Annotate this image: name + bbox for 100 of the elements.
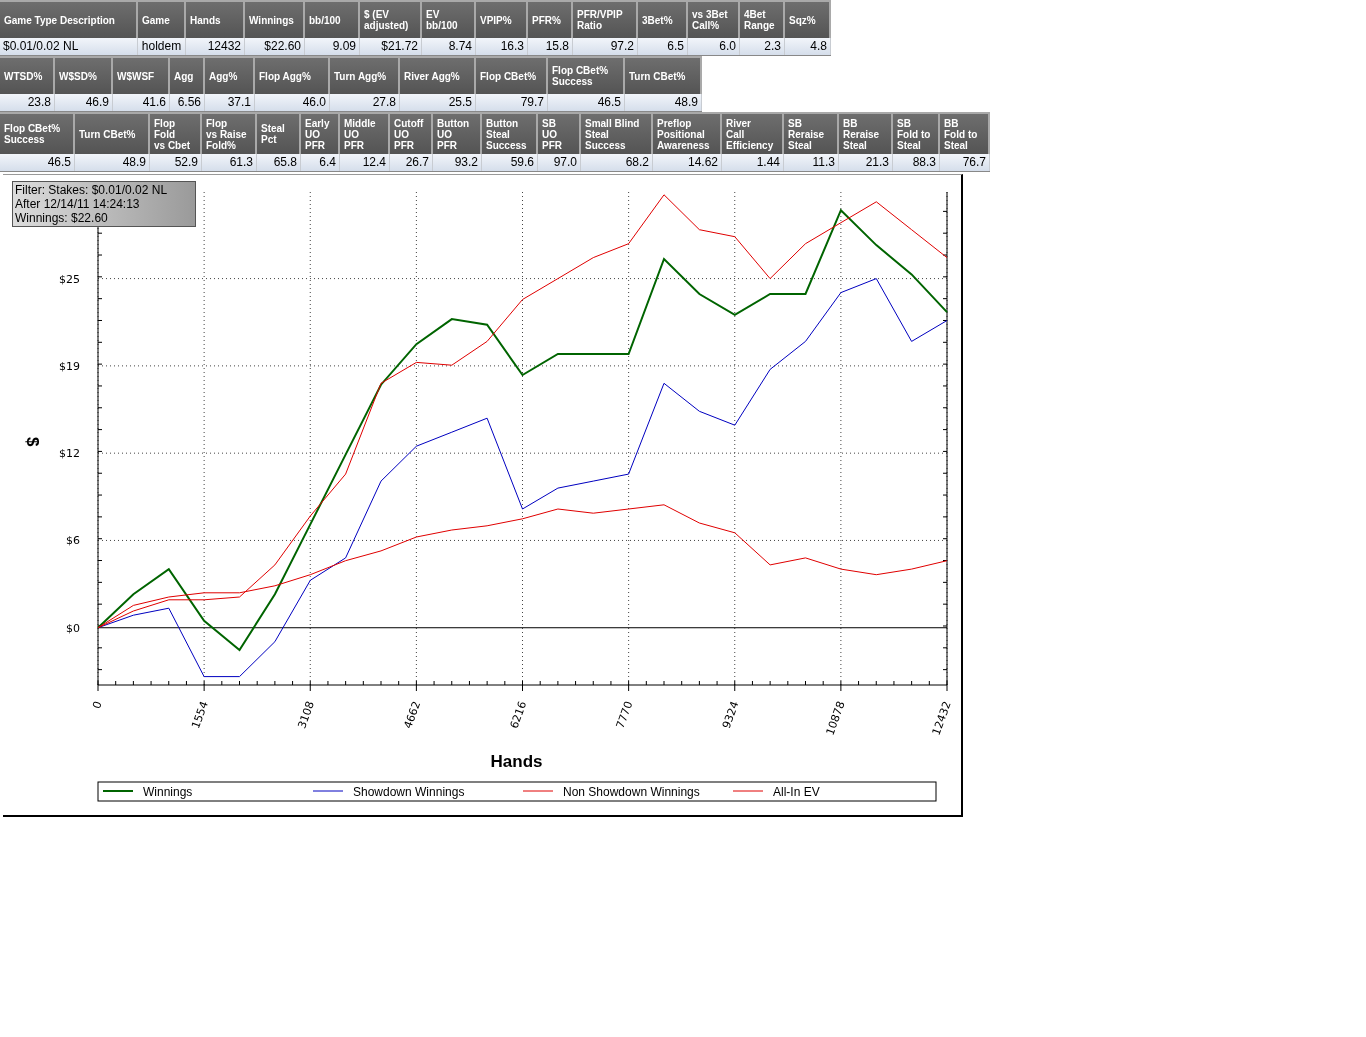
table-cell: 93.2 — [433, 154, 482, 171]
table-cell: 21.3 — [839, 154, 893, 171]
y-tick-label: $12 — [59, 447, 80, 461]
table-cell: 65.8 — [257, 154, 301, 171]
table-cell: 48.9 — [75, 154, 150, 171]
y-axis-title: $ — [23, 437, 42, 447]
column-header[interactable]: BB Fold to Steal — [940, 112, 990, 154]
table-cell: 48.9 — [625, 94, 702, 111]
column-header[interactable]: Sqz% — [785, 0, 831, 38]
table-cell: 68.2 — [581, 154, 653, 171]
legend-label: Non Showdown Winnings — [563, 785, 700, 799]
table-cell: 97.0 — [538, 154, 581, 171]
column-header[interactable]: Agg% — [205, 56, 255, 94]
column-header[interactable]: PFR% — [528, 0, 573, 38]
column-header[interactable]: SB UO PFR — [538, 112, 581, 154]
column-header[interactable]: PFR/VPIP Ratio — [573, 0, 638, 38]
x-tick-label: 6216 — [507, 699, 530, 731]
table-cell: 12432 — [186, 38, 245, 55]
table-cell: 9.09 — [305, 38, 360, 55]
column-header[interactable]: SB Reraise Steal — [784, 112, 839, 154]
column-header[interactable]: Turn CBet% — [625, 56, 702, 94]
column-header[interactable]: Game Type Description — [0, 0, 138, 38]
column-header[interactable]: bb/100 — [305, 0, 360, 38]
filter-info-text: Filter: Stakes: $0.01/0.02 NL — [15, 183, 169, 197]
column-header[interactable]: Middle UO PFR — [340, 112, 390, 154]
x-tick-label: 10878 — [823, 699, 848, 737]
table-cell: 46.9 — [55, 94, 113, 111]
column-header[interactable]: River Agg% — [400, 56, 476, 94]
table-cell: 14.62 — [653, 154, 722, 171]
table-cell: 6.0 — [688, 38, 740, 55]
table-cell: $21.72 — [360, 38, 422, 55]
column-header[interactable]: vs 3Bet Call% — [688, 0, 740, 38]
table-cell: 27.8 — [330, 94, 400, 111]
column-header[interactable]: 3Bet% — [638, 0, 688, 38]
x-tick-label: 1554 — [189, 699, 211, 731]
y-tick-label: $19 — [59, 359, 80, 373]
column-header[interactable]: Flop CBet% — [476, 56, 548, 94]
column-header[interactable]: BB Reraise Steal — [839, 112, 893, 154]
table-cell: 46.5 — [548, 94, 625, 111]
legend-label: All-In EV — [773, 785, 820, 799]
table-cell: 59.6 — [482, 154, 538, 171]
filter-info-text: Winnings: $22.60 — [15, 211, 109, 225]
table-cell: 46.5 — [0, 154, 75, 171]
x-tick-label: 4662 — [401, 699, 424, 731]
column-header[interactable]: Flop CBet% Success — [548, 56, 625, 94]
table-cell: 26.7 — [390, 154, 433, 171]
table-cell: 88.3 — [893, 154, 940, 171]
column-header[interactable]: Button Steal Success — [482, 112, 538, 154]
column-header[interactable]: Flop Agg% — [255, 56, 330, 94]
table-cell: 46.0 — [255, 94, 330, 111]
table-cell: holdem — [138, 38, 186, 55]
column-header[interactable]: Game — [138, 0, 186, 38]
column-header[interactable]: Winnings — [245, 0, 305, 38]
y-tick-label: $25 — [59, 272, 80, 286]
column-header[interactable]: Steal Pct — [257, 112, 301, 154]
column-header[interactable]: Flop vs Raise Fold% — [202, 112, 257, 154]
table-cell: 76.7 — [940, 154, 990, 171]
table-cell: 6.56 — [170, 94, 205, 111]
table-cell: 97.2 — [573, 38, 638, 55]
table-cell: 23.8 — [0, 94, 55, 111]
table-cell: 41.6 — [113, 94, 170, 111]
table-cell: 37.1 — [205, 94, 255, 111]
x-tick-label: 9324 — [719, 699, 742, 731]
table-cell: 12.4 — [340, 154, 390, 171]
column-header[interactable]: W$SD% — [55, 56, 113, 94]
column-header[interactable]: Cutoff UO PFR — [390, 112, 433, 154]
column-header[interactable]: 4Bet Range — [740, 0, 785, 38]
column-header[interactable]: W$WSF — [113, 56, 170, 94]
column-header[interactable]: Early UO PFR — [301, 112, 340, 154]
legend-label: Showdown Winnings — [353, 785, 465, 799]
column-header[interactable]: River Call Efficiency — [722, 112, 784, 154]
x-axis-title: Hands — [490, 752, 543, 771]
legend-label: Winnings — [143, 785, 193, 799]
column-header[interactable]: Turn CBet% — [75, 112, 150, 154]
table-cell: 4.8 — [785, 38, 831, 55]
table-cell: 15.8 — [528, 38, 573, 55]
table-cell: 6.4 — [301, 154, 340, 171]
filter-info-text: After 12/14/11 14:24:13 — [15, 197, 141, 211]
table-cell: 79.7 — [476, 94, 548, 111]
column-header[interactable]: Hands — [186, 0, 245, 38]
column-header[interactable]: Turn Agg% — [330, 56, 400, 94]
column-header[interactable]: Agg — [170, 56, 205, 94]
column-header[interactable]: Button UO PFR — [433, 112, 482, 154]
y-tick-label: $6 — [66, 534, 80, 548]
column-header[interactable]: Flop Fold vs Cbet — [150, 112, 202, 154]
column-header[interactable]: SB Fold to Steal — [893, 112, 940, 154]
column-header[interactable]: EV bb/100 — [422, 0, 476, 38]
column-header[interactable]: WTSD% — [0, 56, 55, 94]
table-cell: 1.44 — [722, 154, 784, 171]
table-cell: 25.5 — [400, 94, 476, 111]
column-header[interactable]: Flop CBet% Success — [0, 112, 75, 154]
table-cell: 16.3 — [476, 38, 528, 55]
table-cell: $0.01/0.02 NL — [0, 38, 138, 55]
column-header[interactable]: Small Blind Steal Success — [581, 112, 653, 154]
table-cell: 52.9 — [150, 154, 202, 171]
column-header[interactable]: Preflop Positional Awareness — [653, 112, 722, 154]
column-header[interactable]: $ (EV adjusted) — [360, 0, 422, 38]
column-header[interactable]: VPIP% — [476, 0, 528, 38]
y-tick-label: $0 — [66, 621, 80, 635]
table-cell: 6.5 — [638, 38, 688, 55]
